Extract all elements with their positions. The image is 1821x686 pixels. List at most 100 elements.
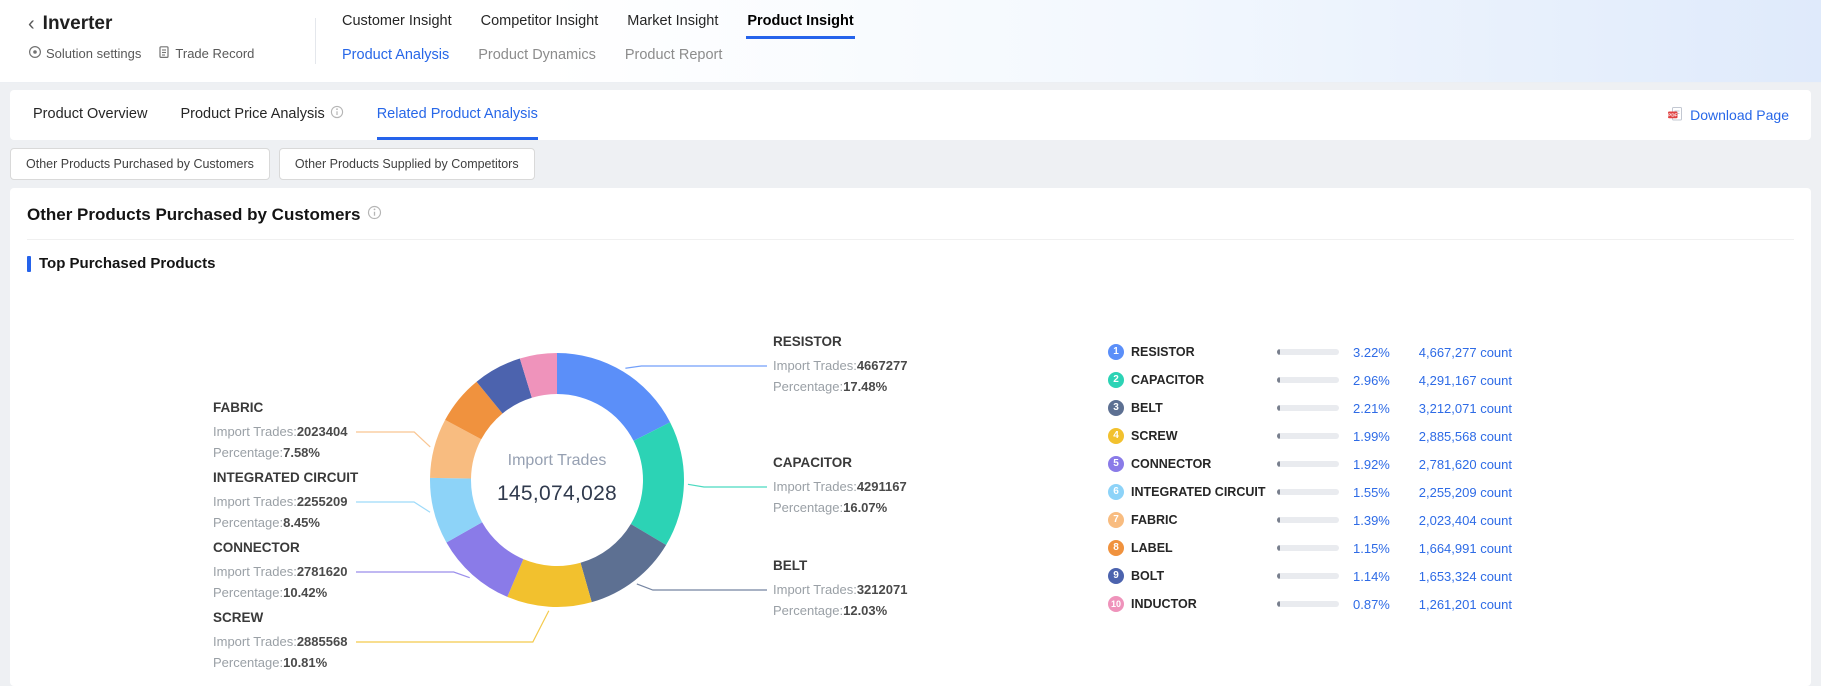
- share-bar: [1277, 573, 1339, 579]
- svg-text:PDF: PDF: [1668, 112, 1677, 117]
- section-title: Other Products Purchased by Customers: [27, 205, 360, 225]
- share-bar: [1277, 349, 1339, 355]
- header-divider: [315, 18, 316, 64]
- trade-count: 2,255,209 count: [1411, 485, 1512, 500]
- share-bar-fill: [1277, 433, 1280, 439]
- share-bar-fill: [1277, 349, 1280, 355]
- share-percent: 2.21%: [1353, 401, 1397, 416]
- rank-badge: 1: [1108, 344, 1124, 360]
- tab-product-dynamics[interactable]: Product Dynamics: [477, 41, 597, 73]
- rank-badge: 10: [1108, 596, 1124, 612]
- info-icon[interactable]: [367, 205, 382, 225]
- donut-center-value: 145,074,028: [447, 482, 667, 506]
- solution-settings-link[interactable]: Solution settings: [28, 45, 141, 62]
- rank-badge: 2: [1108, 372, 1124, 388]
- share-percent: 1.14%: [1353, 569, 1397, 584]
- subsection-marker: [27, 256, 31, 272]
- tab-product-report[interactable]: Product Report: [624, 41, 724, 73]
- ranking-row-label[interactable]: 8LABEL1.15%1,664,991 count: [1108, 540, 1512, 556]
- product-name: FABRIC: [1131, 513, 1277, 527]
- trade-count: 1,261,201 count: [1411, 597, 1512, 612]
- tab-product-analysis[interactable]: Product Analysis: [341, 41, 450, 73]
- share-bar: [1277, 601, 1339, 607]
- ranking-row-connector[interactable]: 5CONNECTOR1.92%2,781,620 count: [1108, 456, 1512, 472]
- trade-count: 1,664,991 count: [1411, 541, 1512, 556]
- ranking-row-bolt[interactable]: 9 BOLT 1.14% 1,653,324 count: [1108, 568, 1512, 584]
- share-bar: [1277, 377, 1339, 383]
- callout-percentage: Percentage:10.81%: [213, 652, 383, 673]
- callout-percentage: Percentage:10.42%: [213, 582, 383, 603]
- tab-customer-insight[interactable]: Customer Insight: [341, 0, 453, 39]
- analysis-toolbar: Product Overview Product Price Analysis …: [10, 90, 1811, 140]
- divider: [27, 239, 1794, 240]
- share-bar-fill: [1277, 489, 1280, 495]
- chart-callout-connector: CONNECTOR Import Trades:2781620Percentage…: [213, 540, 383, 603]
- share-bar: [1277, 405, 1339, 411]
- trade-count: 4,667,277 count: [1411, 345, 1512, 360]
- chart-callout-capacitor: CAPACITORImport Trades:4291167Percentage…: [773, 455, 943, 518]
- share-bar-fill: [1277, 573, 1280, 579]
- share-bar: [1277, 461, 1339, 467]
- ranking-row-belt[interactable]: 3BELT2.21%3,212,071 count: [1108, 400, 1512, 416]
- tab-competitor-insight[interactable]: Competitor Insight: [480, 0, 600, 39]
- callout-percentage: Percentage:16.07%: [773, 497, 943, 518]
- chart-callout-resistor: RESISTORImport Trades:4667277Percentage:…: [773, 334, 943, 397]
- product-name: BOLT: [1131, 569, 1277, 583]
- header-left: ‹ Inverter Solution settings Trade Recor…: [28, 0, 254, 62]
- share-bar: [1277, 545, 1339, 551]
- rank-badge: 4: [1108, 428, 1124, 444]
- callout-percentage: Percentage:7.58%: [213, 442, 383, 463]
- share-percent: 1.55%: [1353, 485, 1397, 500]
- trade-count: 2,781,620 count: [1411, 457, 1512, 472]
- callout-product-name: RESISTOR: [773, 334, 943, 350]
- donut-center-label: Import Trades 145,074,028: [447, 452, 667, 506]
- rank-badge: 3: [1108, 400, 1124, 416]
- tab-product-insight[interactable]: Product Insight: [746, 0, 854, 39]
- chip-supplied-by-competitors[interactable]: Other Products Supplied by Competitors: [279, 148, 535, 180]
- tab-market-insight[interactable]: Market Insight: [626, 0, 719, 39]
- back-icon[interactable]: ‹: [28, 14, 35, 34]
- share-percent: 1.15%: [1353, 541, 1397, 556]
- callout-import-trades: Import Trades:2781620: [213, 561, 383, 582]
- rank-badge: 7: [1108, 512, 1124, 528]
- callout-percentage: Percentage:12.03%: [773, 600, 943, 621]
- trade-record-link[interactable]: Trade Record: [157, 45, 254, 62]
- download-page-label: Download Page: [1690, 107, 1789, 123]
- callout-product-name: FABRIC: [213, 400, 383, 416]
- share-bar-fill: [1277, 377, 1280, 383]
- ranking-row-integrated-circuit[interactable]: 6INTEGRATED CIRCUIT1.55%2,255,209 count: [1108, 484, 1512, 500]
- download-page-button[interactable]: PDF Download Page: [1667, 90, 1789, 140]
- product-name: CONNECTOR: [1131, 457, 1277, 471]
- callout-import-trades: Import Trades:4667277: [773, 355, 943, 376]
- ranking-row-resistor[interactable]: 1RESISTOR3.22%4,667,277 count: [1108, 344, 1512, 360]
- top-products-ranking: 1RESISTOR3.22%4,667,277 count2CAPACITOR2…: [1108, 344, 1512, 624]
- share-percent: 3.22%: [1353, 345, 1397, 360]
- ranking-row-screw[interactable]: 4SCREW1.99%2,885,568 count: [1108, 428, 1512, 444]
- pdf-icon: PDF: [1667, 106, 1684, 125]
- tab-product-price-analysis[interactable]: Product Price Analysis: [180, 90, 343, 140]
- ranking-row-capacitor[interactable]: 2CAPACITOR2.96%4,291,167 count: [1108, 372, 1512, 388]
- ranking-row-fabric[interactable]: 7FABRIC1.39%2,023,404 count: [1108, 512, 1512, 528]
- page-title: Inverter: [43, 13, 113, 35]
- share-bar: [1277, 433, 1339, 439]
- callout-product-name: INTEGRATED CIRCUIT: [213, 470, 383, 486]
- donut-center-title: Import Trades: [447, 452, 667, 470]
- trade-count: 1,653,324 count: [1411, 569, 1512, 584]
- document-icon: [157, 45, 171, 62]
- callout-product-name: CONNECTOR: [213, 540, 383, 556]
- share-bar-fill: [1277, 517, 1280, 523]
- rank-badge: 9: [1108, 568, 1124, 584]
- chip-purchased-by-customers[interactable]: Other Products Purchased by Customers: [10, 148, 270, 180]
- tab-related-product-analysis[interactable]: Related Product Analysis: [377, 90, 538, 140]
- ranking-row-inductor[interactable]: 10INDUCTOR0.87%1,261,201 count: [1108, 596, 1512, 612]
- callout-import-trades: Import Trades:2023404: [213, 421, 383, 442]
- info-icon: [330, 105, 344, 123]
- product-name: LABEL: [1131, 541, 1277, 555]
- trade-count: 2,023,404 count: [1411, 513, 1512, 528]
- trade-count: 2,885,568 count: [1411, 429, 1512, 444]
- product-name: INDUCTOR: [1131, 597, 1277, 611]
- callout-percentage: Percentage:8.45%: [213, 512, 383, 533]
- tab-product-overview[interactable]: Product Overview: [33, 90, 147, 140]
- share-bar-fill: [1277, 601, 1280, 607]
- share-bar-fill: [1277, 405, 1280, 411]
